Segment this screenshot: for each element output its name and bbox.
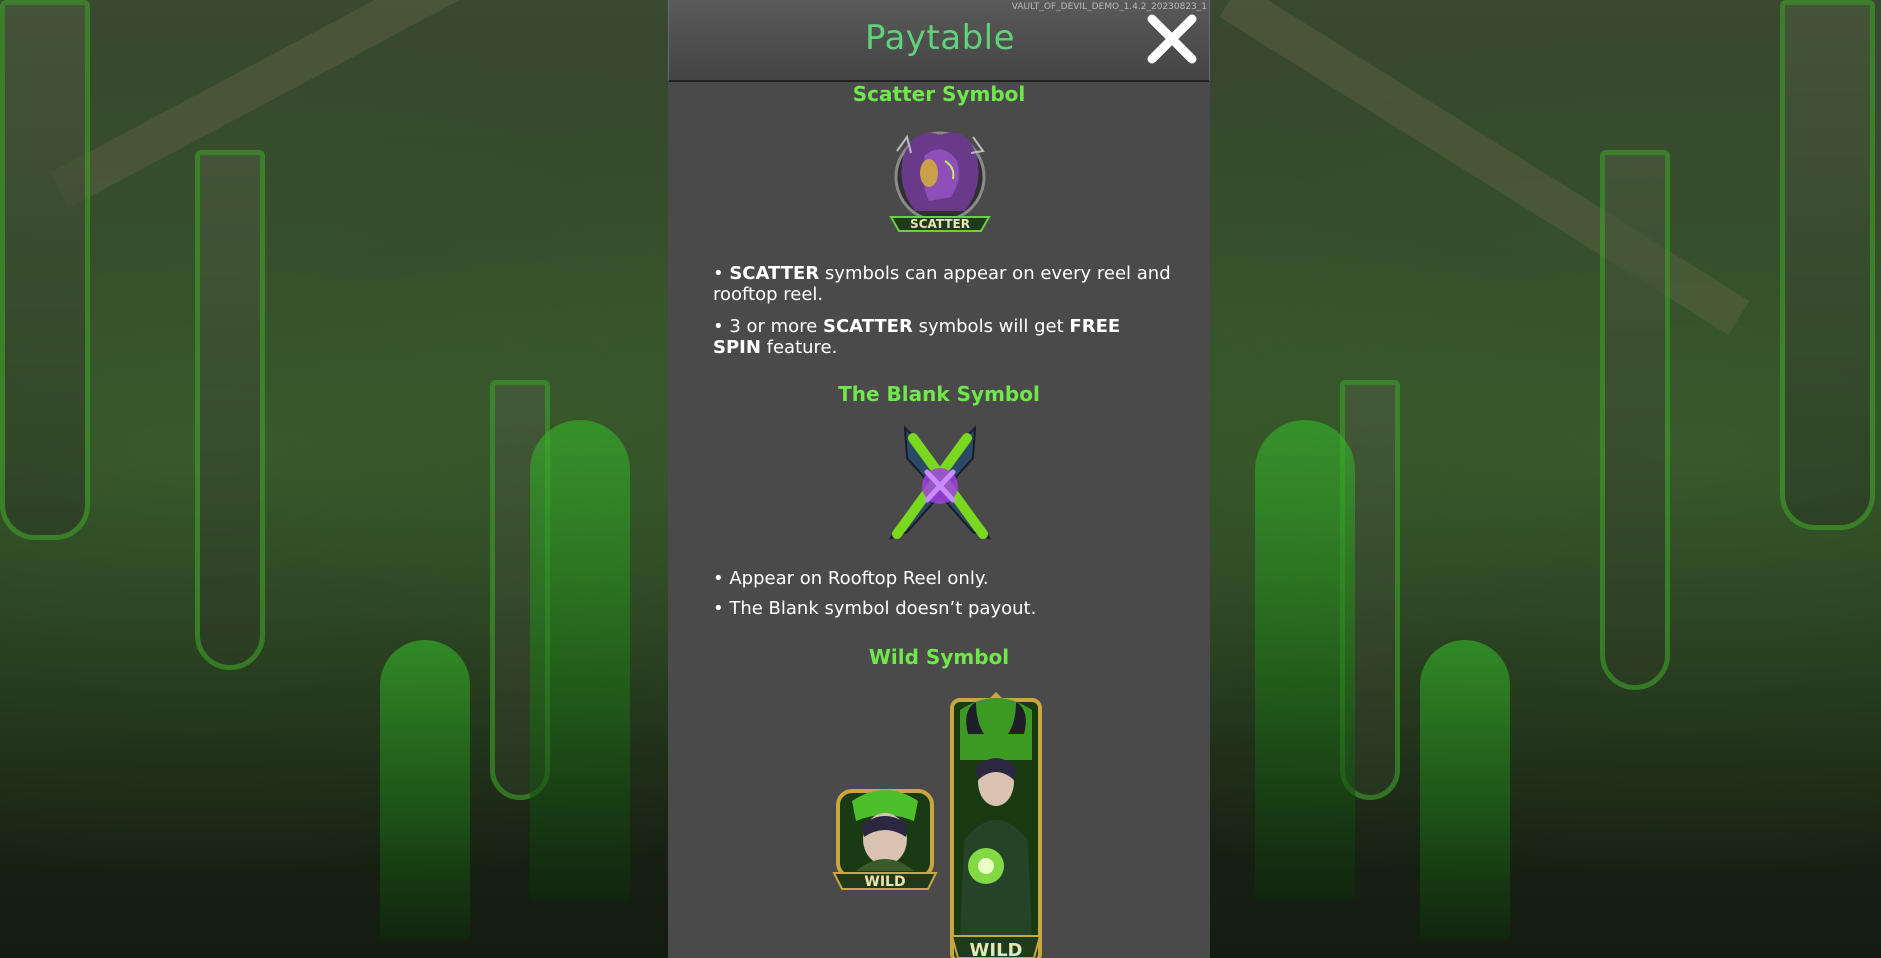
blank-symbol-icon <box>885 424 995 542</box>
scatter-rule-2: • 3 or more SCATTER symbols will get FRE… <box>713 316 1121 358</box>
blank-section-title: The Blank Symbol <box>838 382 1040 406</box>
paytable-header: VAULT_OF_DEVIL_DEMO_1.4.2_20230823_1 Pay… <box>668 0 1210 82</box>
wild-section-title: Wild Symbol <box>868 645 1010 669</box>
bg-banner <box>0 0 90 540</box>
paytable-panel[interactable]: VAULT_OF_DEVIL_DEMO_1.4.2_20230823_1 Pay… <box>668 0 1210 958</box>
scatter-symbol-icon: SCATTER <box>885 127 995 241</box>
svg-text:SCATTER: SCATTER <box>910 217 970 231</box>
bg-window <box>380 640 470 940</box>
blank-rule-2: • The Blank symbol doesn’t payout. <box>713 598 1037 619</box>
blank-rule-1: • Appear on Rooftop Reel only. <box>713 568 989 589</box>
bg-banner <box>1780 0 1875 530</box>
bg-banner <box>1600 150 1670 690</box>
bg-window <box>1420 640 1510 940</box>
bg-window <box>530 420 630 900</box>
close-icon: close <box>1147 14 1197 64</box>
svg-text:WILD: WILD <box>864 874 905 890</box>
close-button[interactable]: close <box>1143 10 1201 68</box>
bg-beam <box>50 0 564 208</box>
svg-text:WILD: WILD <box>970 940 1023 958</box>
wild-stacked-symbol-icon: WILD <box>946 690 1046 958</box>
scatter-section-title: Scatter Symbol <box>852 82 1026 106</box>
scatter-rule-1: • SCATTER symbols can appear on every re… <box>713 263 1171 305</box>
bg-window <box>1255 420 1355 900</box>
bg-banner <box>195 150 265 670</box>
wild-symbol-icon: WILD <box>832 785 938 895</box>
paytable-title: Paytable <box>864 18 1016 58</box>
